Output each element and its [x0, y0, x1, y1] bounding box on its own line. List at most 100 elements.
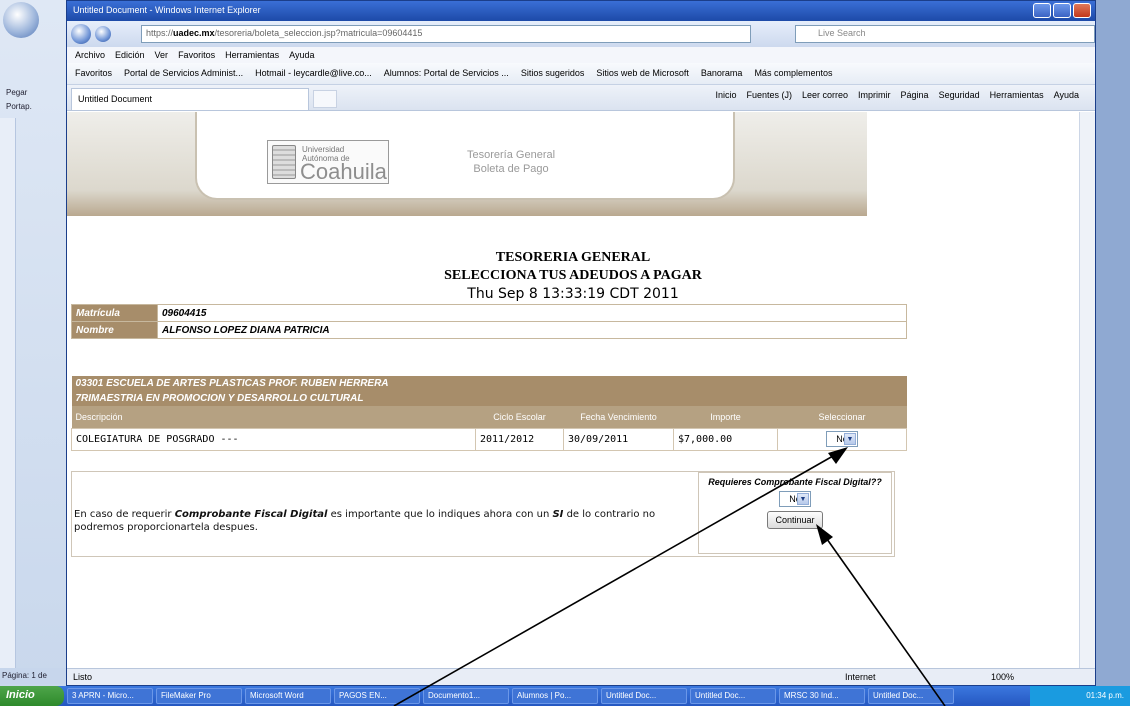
- university-name: Coahuila: [300, 159, 387, 184]
- row-importe: $7,000.00: [673, 427, 778, 451]
- row-descripcion: COLEGIATURA DE POSGRADO ---: [71, 427, 476, 451]
- menu-favoritos[interactable]: Favoritos: [178, 50, 215, 60]
- taskbar-item[interactable]: Untitled Doc...: [690, 688, 776, 704]
- taskbar-item[interactable]: PAGOS EN...: [334, 688, 420, 704]
- university-logo: Universidad Autónoma de Coahuila: [267, 140, 389, 184]
- taskbar-item[interactable]: Untitled Doc...: [601, 688, 687, 704]
- maximize-icon[interactable]: [1053, 3, 1071, 18]
- matricula-label: Matrícula: [71, 304, 158, 322]
- minimize-icon[interactable]: [1033, 3, 1051, 18]
- close-icon[interactable]: [1073, 3, 1091, 18]
- fav-link[interactable]: Alumnos: Portal de Servicios ...: [384, 68, 509, 79]
- cfd-section: En caso de requerir Comprobante Fiscal D…: [71, 471, 895, 557]
- nombre-label: Nombre: [71, 321, 158, 339]
- taskbar-item[interactable]: Microsoft Word: [245, 688, 331, 704]
- paste-label[interactable]: Pegar: [6, 88, 27, 97]
- fav-link[interactable]: Sitios web de Microsoft: [596, 68, 689, 79]
- system-clock: 01:34 p.m.: [1030, 686, 1130, 706]
- page-title: TESORERIA GENERAL: [495, 250, 651, 265]
- ie-status-bar: Listo Internet 100%: [67, 668, 1095, 685]
- col-ciclo: Ciclo Escolar: [475, 406, 564, 428]
- cmd-herramientas[interactable]: Herramientas: [990, 90, 1044, 100]
- zoom-level[interactable]: 100%: [991, 672, 1014, 682]
- chevron-down-icon: ▼: [844, 433, 856, 445]
- window-title: Untitled Document - Windows Internet Exp…: [73, 5, 261, 15]
- matricula-value: 09604415: [157, 304, 907, 322]
- security-zone: Internet: [845, 672, 876, 682]
- col-vencimiento: Fecha Vencimiento: [563, 406, 674, 428]
- taskbar-item[interactable]: Untitled Doc...: [868, 688, 954, 704]
- page-date: Thu Sep 8 13:33:19 CDT 2011: [467, 286, 679, 302]
- screen: Pegar Portap. Página: 1 de Untitled Docu…: [0, 0, 1130, 706]
- cmd-inicio[interactable]: Inicio: [715, 90, 736, 100]
- menu-ayuda[interactable]: Ayuda: [289, 50, 314, 60]
- search-input[interactable]: Live Search: [795, 25, 1095, 43]
- vertical-scrollbar[interactable]: [1079, 112, 1095, 668]
- status-text: Listo: [73, 672, 93, 682]
- address-row: https://uadec.mx/tesoreria/boleta_selecc…: [67, 21, 1095, 47]
- taskbar-item[interactable]: Alumnos | Po...: [512, 688, 598, 704]
- fav-link[interactable]: Hotmail - leycardle@live.co...: [255, 68, 372, 79]
- col-descripcion: Descripción: [71, 406, 476, 428]
- command-bar: Inicio Fuentes (J) Leer correo Imprimir …: [715, 90, 1079, 100]
- cmd-correo[interactable]: Leer correo: [802, 90, 848, 100]
- page-content: Universidad Autónoma de Coahuila Tesorer…: [67, 112, 1095, 668]
- cmd-seguridad[interactable]: Seguridad: [939, 90, 980, 100]
- cmd-imprimir[interactable]: Imprimir: [858, 90, 891, 100]
- cmd-ayuda[interactable]: Ayuda: [1054, 90, 1079, 100]
- fav-link[interactable]: Portal de Servicios Administ...: [124, 68, 243, 79]
- word-window-left: Pegar Portap. Página: 1 de: [0, 0, 70, 706]
- row-vencimiento: 30/09/2011: [563, 427, 674, 451]
- fav-link[interactable]: Banorama: [701, 68, 743, 79]
- col-seleccionar: Seleccionar: [777, 406, 907, 428]
- taskbar-item[interactable]: 3 APRN - Micro...: [67, 688, 153, 704]
- vertical-ruler: [0, 118, 16, 678]
- clipboard-label: Portap.: [6, 102, 32, 111]
- table-row: COLEGIATURA DE POSGRADO --- 2011/2012 30…: [71, 427, 907, 451]
- header-banner: Universidad Autónoma de Coahuila Tesorer…: [67, 112, 867, 216]
- chevron-down-icon: ▼: [797, 493, 809, 505]
- cfd-box: Requieres Comprobante Fiscal Digital?? N…: [698, 472, 892, 554]
- nombre-value: ALFONSO LOPEZ DIANA PATRICIA: [157, 321, 907, 339]
- col-importe: Importe: [673, 406, 778, 428]
- tab-row: Untitled Document Inicio Fuentes (J) Lee…: [67, 85, 1095, 111]
- program-name: 7RIMAESTRIA EN PROMOCION Y DESARROLLO CU…: [71, 391, 907, 406]
- menu-herramientas[interactable]: Herramientas: [225, 50, 279, 60]
- cmd-pagina[interactable]: Página: [901, 90, 929, 100]
- debts-table: 03301 ESCUELA DE ARTES PLASTICAS PROF. R…: [71, 376, 907, 451]
- address-bar[interactable]: https://uadec.mx/tesoreria/boleta_selecc…: [141, 25, 751, 43]
- menu-edicion[interactable]: Edición: [115, 50, 145, 60]
- word-status-page: Página: 1 de: [0, 668, 70, 684]
- fav-link[interactable]: Más complementos: [754, 68, 832, 79]
- cfd-dropdown[interactable]: No ▼: [779, 491, 811, 507]
- banner-right-text: Tesorería General Boleta de Pago: [467, 149, 556, 175]
- taskbar-item[interactable]: FileMaker Pro: [156, 688, 242, 704]
- start-button[interactable]: Inicio: [0, 686, 64, 706]
- office-button-icon[interactable]: [3, 2, 39, 38]
- page-subtitle: SELECCIONA TUS ADEUDOS A PAGAR: [444, 268, 702, 283]
- forward-icon[interactable]: [95, 26, 111, 42]
- cfd-notice: En caso de requerir Comprobante Fiscal D…: [74, 509, 656, 533]
- cfd-question: Requieres Comprobante Fiscal Digital??: [708, 477, 882, 487]
- row-ciclo: 2011/2012: [475, 427, 564, 451]
- taskbar: Inicio 3 APRN - Micro... FileMaker Pro M…: [0, 686, 1130, 706]
- menu-bar: Archivo Edición Ver Favoritos Herramient…: [67, 47, 1095, 63]
- continue-button[interactable]: Continuar: [767, 511, 823, 529]
- cmd-fuentes[interactable]: Fuentes (J): [746, 90, 792, 100]
- taskbar-item[interactable]: MRSC 30 Ind...: [779, 688, 865, 704]
- school-name: 03301 ESCUELA DE ARTES PLASTICAS PROF. R…: [71, 376, 907, 391]
- taskbar-item[interactable]: Documento1...: [423, 688, 509, 704]
- new-tab-button[interactable]: [313, 90, 337, 108]
- tab-untitled-document[interactable]: Untitled Document: [71, 88, 309, 110]
- favorites-bar: Favoritos Portal de Servicios Administ..…: [67, 63, 1095, 85]
- fav-link[interactable]: Sitios sugeridos: [521, 68, 585, 79]
- favorites-button[interactable]: Favoritos: [75, 68, 112, 79]
- ie-title-bar: Untitled Document - Windows Internet Exp…: [67, 1, 1095, 21]
- back-icon[interactable]: [71, 24, 91, 44]
- student-info-table: Matrícula 09604415 Nombre ALFONSO LOPEZ …: [71, 304, 907, 339]
- menu-ver[interactable]: Ver: [155, 50, 169, 60]
- menu-archivo[interactable]: Archivo: [75, 50, 105, 60]
- select-debt-dropdown[interactable]: No ▼: [826, 431, 858, 447]
- ie-window: Untitled Document - Windows Internet Exp…: [66, 0, 1096, 686]
- university-seal-icon: [272, 145, 296, 179]
